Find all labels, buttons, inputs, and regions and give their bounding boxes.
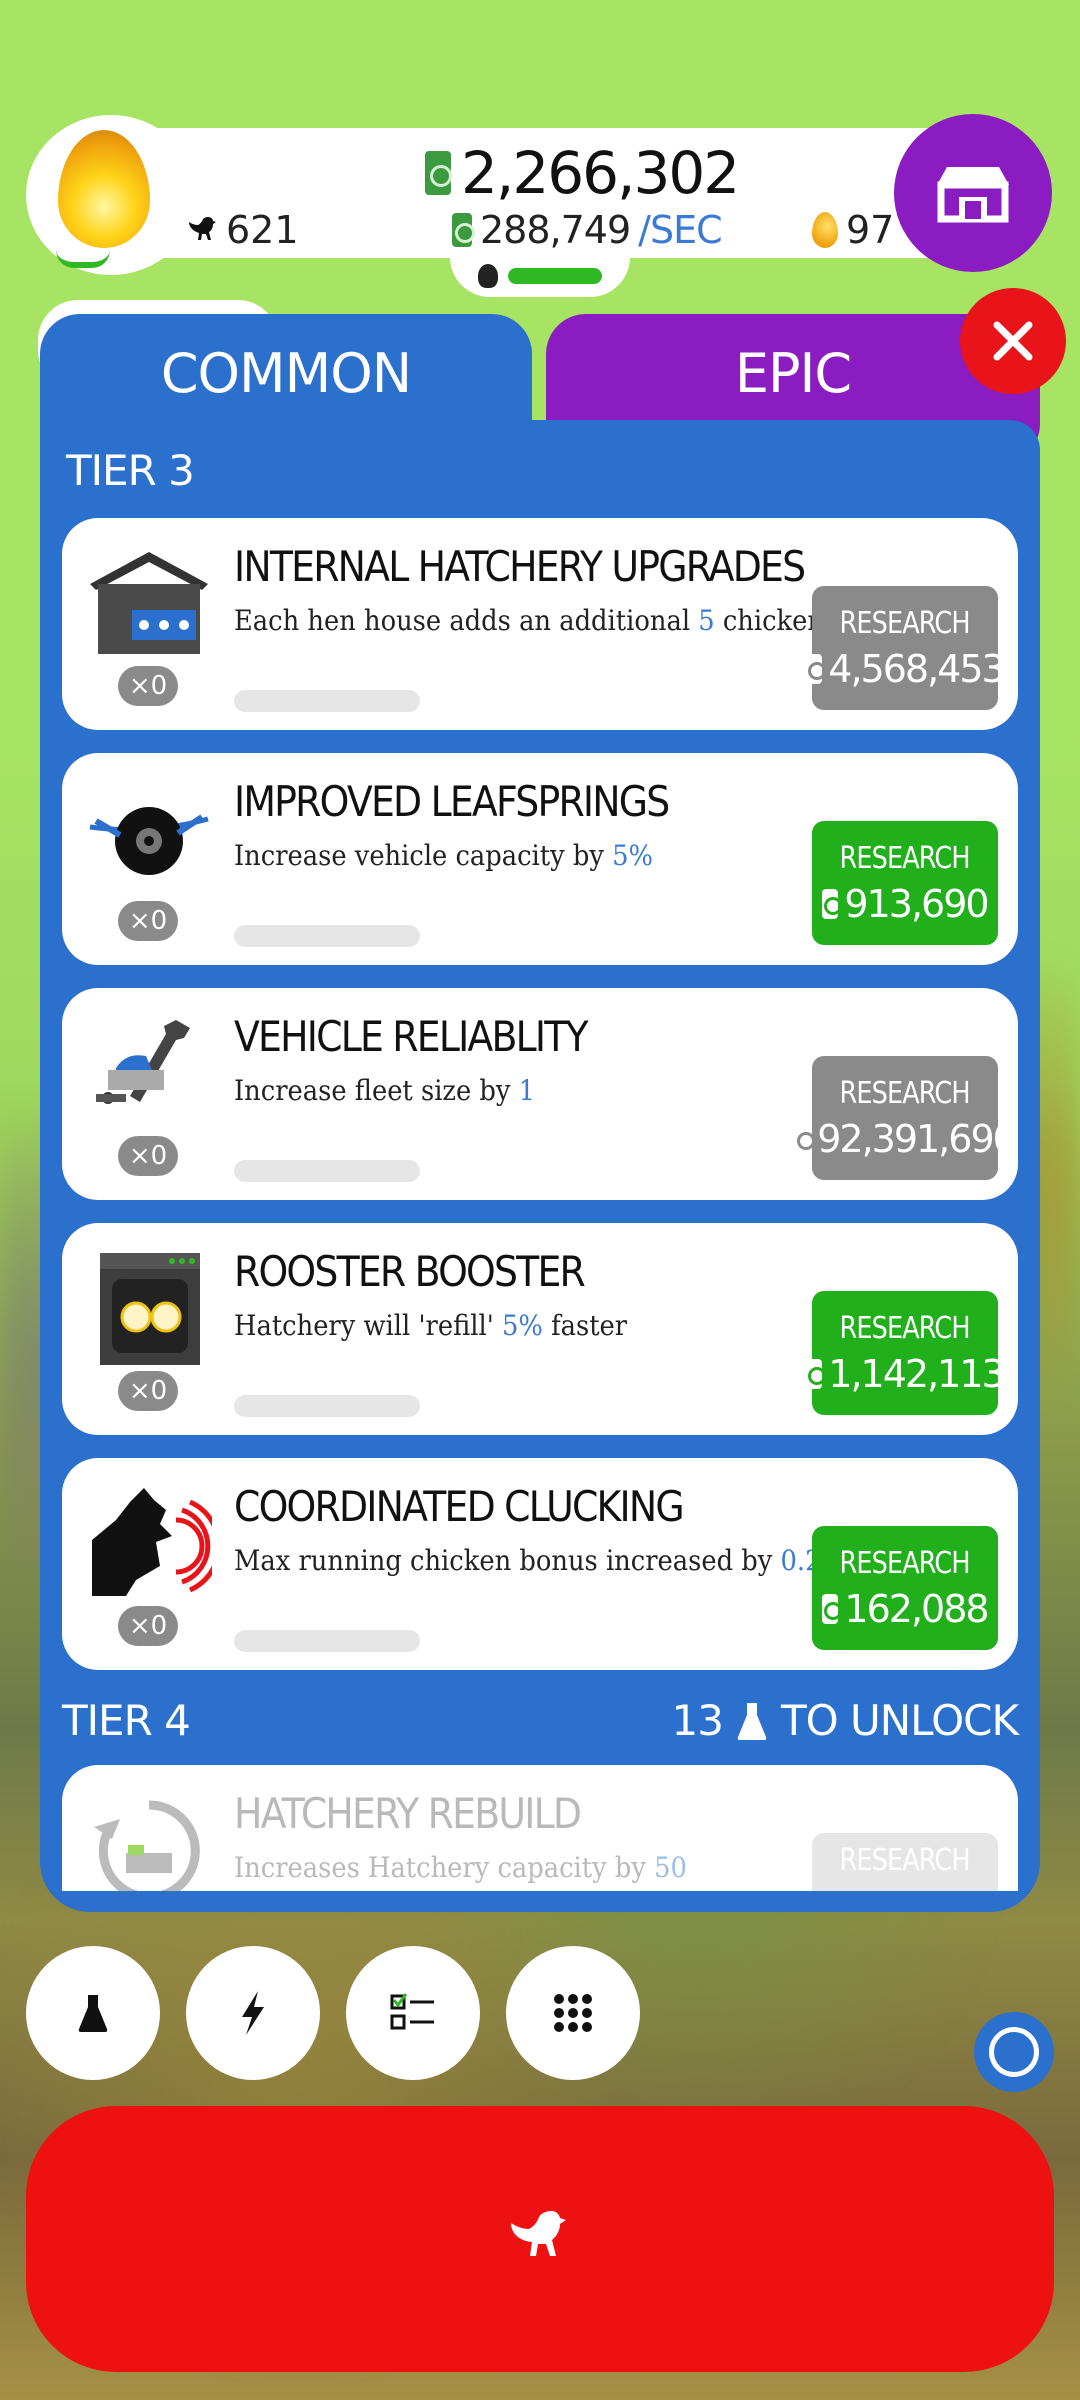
research-description: Max running chicken bonus increased by 0… — [234, 1544, 843, 1577]
chick-icon — [478, 264, 498, 288]
research-cost: 92,391,690 — [817, 1116, 1017, 1161]
research-cost: 162,088 — [844, 1586, 989, 1631]
research-card-coordinated-clucking: ×0 COORDINATED CLUCKING Max running chic… — [62, 1458, 1018, 1670]
research-button-label: RESEARCH — [839, 1843, 971, 1878]
research-cost: 4,568,453 — [828, 646, 1005, 691]
grid-icon — [554, 1994, 592, 2032]
money-display: 2,266,302 — [425, 139, 740, 207]
hatchery-status — [450, 255, 630, 297]
cash-icon — [806, 1358, 827, 1389]
research-title: ROOSTER BOOSTER — [234, 1247, 586, 1296]
research-progress-bar — [234, 1160, 420, 1182]
chicken-icon — [511, 2211, 566, 2256]
settings-button[interactable] — [974, 2012, 1054, 2092]
tab-common-label: COMMON — [160, 342, 412, 405]
research-progress-bar — [234, 690, 420, 712]
money-value: 2,266,302 — [461, 139, 740, 207]
research-progress-bar — [234, 1630, 420, 1652]
research-button-label: RESEARCH — [839, 1310, 971, 1346]
clucking-chicken-icon — [86, 1480, 222, 1606]
research-button-locked: RESEARCH — [812, 1833, 998, 1891]
unlock-count: 13 — [671, 1696, 723, 1745]
research-title: INTERNAL HATCHERY UPGRADES — [234, 542, 806, 591]
shop-button[interactable] — [894, 114, 1052, 272]
research-description: Increase vehicle capacity by 5% — [234, 839, 653, 872]
unlock-text: TO UNLOCK — [780, 1696, 1019, 1745]
hen-house-icon — [86, 540, 212, 666]
research-button-label: RESEARCH — [839, 840, 971, 876]
cash-icon — [806, 653, 827, 684]
research-progress-bar — [234, 1395, 420, 1417]
research-progress-bar — [234, 925, 420, 947]
research-menu-button[interactable] — [26, 1946, 160, 2080]
research-button[interactable]: RESEARCH 92,391,690 — [795, 1056, 1017, 1180]
checklist-icon — [390, 1993, 434, 2030]
hatchery-fill-bar — [508, 268, 602, 284]
close-icon — [993, 321, 1033, 361]
research-button-label: RESEARCH — [839, 1075, 971, 1111]
research-card-rooster-booster: ×0 ROOSTER BOOSTER Hatchery will 'refill… — [62, 1223, 1018, 1435]
close-button[interactable] — [960, 288, 1066, 394]
cash-icon — [822, 1593, 843, 1624]
income-rate-unit: /SEC — [638, 208, 722, 252]
cash-icon — [452, 213, 475, 247]
research-cost: 913,690 — [844, 881, 989, 926]
boosts-button[interactable] — [186, 1946, 320, 2080]
tier-unlock-requirement: 13 TO UNLOCK — [671, 1696, 1019, 1745]
research-button[interactable]: RESEARCH 913,690 — [812, 821, 998, 945]
golden-egg-small-icon — [812, 212, 838, 248]
cash-icon — [795, 1123, 816, 1154]
hatchery-rebuild-icon — [86, 1787, 212, 1891]
flask-icon — [78, 1995, 108, 2032]
research-count-badge: ×0 — [118, 1606, 178, 1646]
incubator-icon — [86, 1245, 212, 1371]
tier-3-heading: TIER 3 — [66, 446, 195, 495]
research-button[interactable]: RESEARCH 162,088 — [812, 1526, 998, 1650]
research-count-badge: ×0 — [118, 1371, 178, 1411]
research-description: Hatchery will 'refill' 5% faster — [234, 1309, 628, 1342]
tier-4-heading: TIER 4 — [62, 1696, 191, 1745]
research-title: COORDINATED CLUCKING — [234, 1482, 685, 1531]
research-card-improved-leafsprings: ×0 IMPROVED LEAFSPRINGS Increase vehicle… — [62, 753, 1018, 965]
research-cost: 1,142,113 — [828, 1351, 1005, 1396]
wrench-vehicle-icon — [86, 1010, 212, 1136]
income-rate: 288,749/SEC — [452, 208, 723, 252]
chicken-count: 621 — [186, 208, 299, 252]
research-card-vehicle-reliability: ×0 VEHICLE RELIABLITY Increase fleet siz… — [62, 988, 1018, 1200]
research-description: Increases Hatchery capacity by 50 — [234, 1851, 687, 1884]
research-button-label: RESEARCH — [839, 605, 971, 641]
cash-icon — [425, 151, 452, 195]
wheel-icon — [86, 775, 212, 901]
research-count-badge: ×0 — [118, 901, 178, 941]
flask-icon — [737, 1702, 767, 1740]
golden-egg-count: 97 — [812, 208, 894, 252]
research-title: HATCHERY REBUILD — [234, 1789, 582, 1838]
research-button[interactable]: RESEARCH 4,568,453 — [806, 586, 1006, 710]
research-button-label: RESEARCH — [839, 1545, 971, 1581]
research-button[interactable]: RESEARCH 1,142,113 — [806, 1291, 1006, 1415]
research-card-hatchery-rebuild: HATCHERY REBUILD Increases Hatchery capa… — [62, 1765, 1018, 1891]
missions-button[interactable] — [346, 1946, 480, 2080]
golden-egg-count-value: 97 — [846, 208, 895, 252]
tab-epic-label: EPIC — [734, 342, 852, 405]
cash-icon — [822, 888, 843, 919]
research-description: Each hen house adds an additional 5 chic… — [234, 604, 896, 637]
chicken-count-value: 621 — [226, 208, 299, 252]
menu-grid-button[interactable] — [506, 1946, 640, 2080]
chicken-icon — [189, 217, 216, 240]
hatch-chicken-button[interactable] — [26, 2106, 1054, 2372]
research-description: Increase fleet size by 1 — [234, 1074, 536, 1107]
shop-icon — [937, 167, 1009, 223]
research-count-badge: ×0 — [118, 1136, 178, 1176]
income-rate-value: 288,749 — [480, 208, 631, 252]
research-card-internal-hatchery: ×0 INTERNAL HATCHERY UPGRADES Each hen h… — [62, 518, 1018, 730]
research-title: VEHICLE RELIABLITY — [234, 1012, 589, 1061]
tab-connector — [40, 400, 532, 440]
lightning-icon — [242, 1991, 264, 2035]
research-count-badge: ×0 — [118, 666, 178, 706]
research-title: IMPROVED LEAFSPRINGS — [234, 777, 670, 826]
